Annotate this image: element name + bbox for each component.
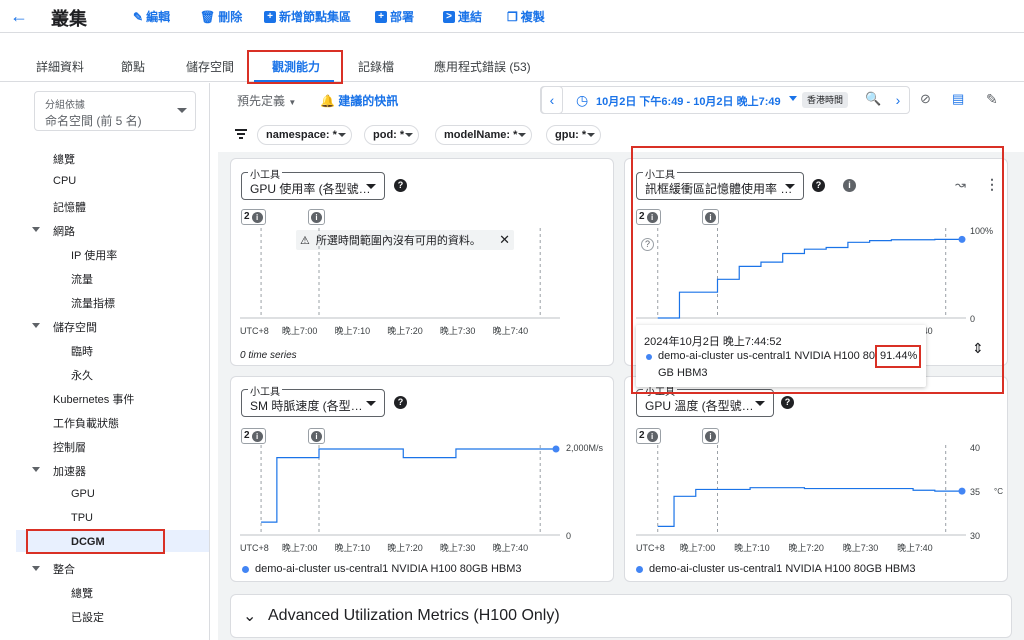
highlight-box	[631, 146, 1004, 394]
chevron-down-icon[interactable]: ⌄	[243, 606, 256, 626]
series-end-point	[958, 487, 966, 495]
x-tick-label: 晚上7:40	[897, 543, 933, 553]
series-line	[657, 487, 962, 527]
x-tick-label: 晚上7:00	[680, 543, 716, 553]
x-tick-label: 晚上7:10	[734, 543, 770, 553]
x-tick-label: 晚上7:20	[788, 543, 824, 553]
x-tick-label: UTC+8	[636, 543, 665, 553]
x-tick-label: 晚上7:30	[843, 543, 879, 553]
advanced-section-title: Advanced Utilization Metrics (H100 Only)	[268, 607, 560, 624]
